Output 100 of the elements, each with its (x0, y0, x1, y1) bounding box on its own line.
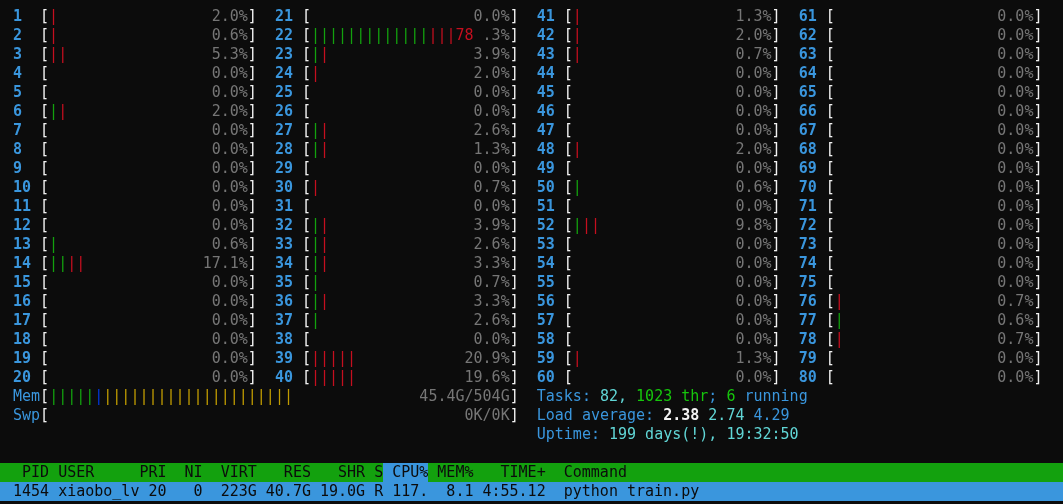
column-header[interactable]: USER (58, 463, 140, 482)
cpu-number: 57 (536, 311, 556, 330)
bracket: ] (247, 197, 257, 216)
column-header[interactable]: MEM% (428, 463, 474, 482)
bar-text: | (311, 216, 320, 235)
cpu-number: 12 (13, 216, 33, 235)
bar-text: | (572, 140, 582, 159)
bracket: [ (40, 26, 50, 45)
bracket: [ (40, 121, 50, 140)
bar-text: | (311, 273, 320, 292)
cpu-number: 21 (274, 7, 294, 26)
bracket: ] (771, 311, 781, 330)
bracket: [ (825, 7, 835, 26)
bar-text: | (311, 64, 320, 83)
bracket: ] (1033, 7, 1043, 26)
column-header[interactable]: TIME+ (473, 463, 546, 482)
bracket: ] (247, 45, 257, 64)
bracket: [ (825, 83, 835, 102)
bracket: ] (1033, 254, 1043, 273)
meter-reading: 0.0% (735, 311, 772, 330)
bracket: [ (301, 102, 311, 121)
bracket: ] (771, 45, 781, 64)
table-cell-text: 40.7G (264, 482, 311, 501)
meter-reading: 0.0% (735, 159, 772, 178)
bracket: [ (563, 102, 573, 121)
column-header[interactable]: VIRT (202, 463, 257, 482)
bracket: [ (825, 102, 835, 121)
column-header[interactable]: PID (4, 463, 50, 482)
bracket: ] (509, 368, 519, 387)
column-header[interactable]: CPU% (383, 463, 429, 482)
bar-text: || (49, 254, 68, 273)
process-row[interactable]: 1454 xiaobo_lv 20 0 223G 40.7G 19.0G R 117. 8.1 4:55.12 python train.py (0, 482, 1063, 501)
bracket: [ (301, 254, 311, 273)
meter-reading: 3.9% (473, 45, 510, 64)
bar-text: ||||||||||||||||||||| (103, 387, 293, 406)
bracket: [ (825, 197, 835, 216)
column-header[interactable]: PRI (139, 463, 167, 482)
bracket: ] (509, 216, 519, 235)
meter-reading: 17.1% (202, 254, 248, 273)
bracket: [ (40, 216, 50, 235)
meter-reading: 2.0% (735, 26, 772, 45)
bracket: [ (40, 235, 50, 254)
bar-text: | (834, 330, 844, 349)
bracket: ] (509, 387, 519, 406)
meter-reading: 1.3% (735, 7, 772, 26)
bracket: [ (563, 159, 573, 178)
meter-reading: 0.0% (735, 254, 772, 273)
cpu-number: 46 (536, 102, 556, 121)
cpu-number: 58 (536, 330, 556, 349)
bracket: [ (301, 330, 311, 349)
bracket: [ (563, 273, 573, 292)
cpu-number: 10 (13, 178, 33, 197)
bar-text: | (311, 254, 320, 273)
meter-reading: 0.0% (997, 102, 1034, 121)
bracket: [ (301, 368, 311, 387)
cpu-number: 15 (13, 273, 33, 292)
meter-reading: 2.6% (473, 235, 510, 254)
meter-reading: 0.0% (997, 64, 1034, 83)
bracket: [ (825, 216, 835, 235)
meter-reading: 3.9% (473, 216, 510, 235)
bracket: [ (301, 7, 311, 26)
meter-reading: 0.0% (735, 235, 772, 254)
bracket: ] (771, 178, 781, 197)
bracket: [ (301, 216, 311, 235)
column-header[interactable]: NI (166, 463, 203, 482)
bar-text: | (320, 235, 330, 254)
cpu-number: 18 (13, 330, 33, 349)
bracket: [ (825, 349, 835, 368)
bracket: [ (825, 330, 835, 349)
bracket: ] (1033, 311, 1043, 330)
meter-reading: 0.0% (473, 83, 510, 102)
bracket: ] (771, 121, 781, 140)
table-cell-text: 1454 (12, 482, 50, 501)
bar-text: | (834, 311, 844, 330)
meter-reading: 0.0% (473, 102, 510, 121)
meter-reading: 0.6% (735, 178, 772, 197)
column-header[interactable]: S (365, 463, 384, 482)
cpu-number: 55 (536, 273, 556, 292)
summary-text: running (743, 387, 808, 405)
meter-reading: 0.7% (997, 330, 1034, 349)
bar-text: | (572, 7, 582, 26)
bracket: ] (509, 197, 519, 216)
bracket: [ (563, 330, 573, 349)
column-header[interactable]: RES (256, 463, 311, 482)
bracket: ] (509, 330, 519, 349)
bracket: ] (1033, 368, 1043, 387)
cpu-number: 20 (13, 368, 33, 387)
column-header[interactable]: SHR (310, 463, 366, 482)
cpu-number: 36 (274, 292, 294, 311)
bracket: [ (825, 178, 835, 197)
bracket: [ (301, 197, 311, 216)
bracket: ] (1033, 102, 1043, 121)
bar-text: | (58, 102, 68, 121)
column-header[interactable]: Command (563, 463, 627, 482)
cpu-number: 14 (13, 254, 33, 273)
meter-reading: 0.0% (997, 140, 1034, 159)
bracket: ] (247, 216, 257, 235)
meter-label: Swp (13, 406, 41, 425)
meter-reading: 0.0% (473, 7, 510, 26)
bracket: [ (40, 349, 50, 368)
